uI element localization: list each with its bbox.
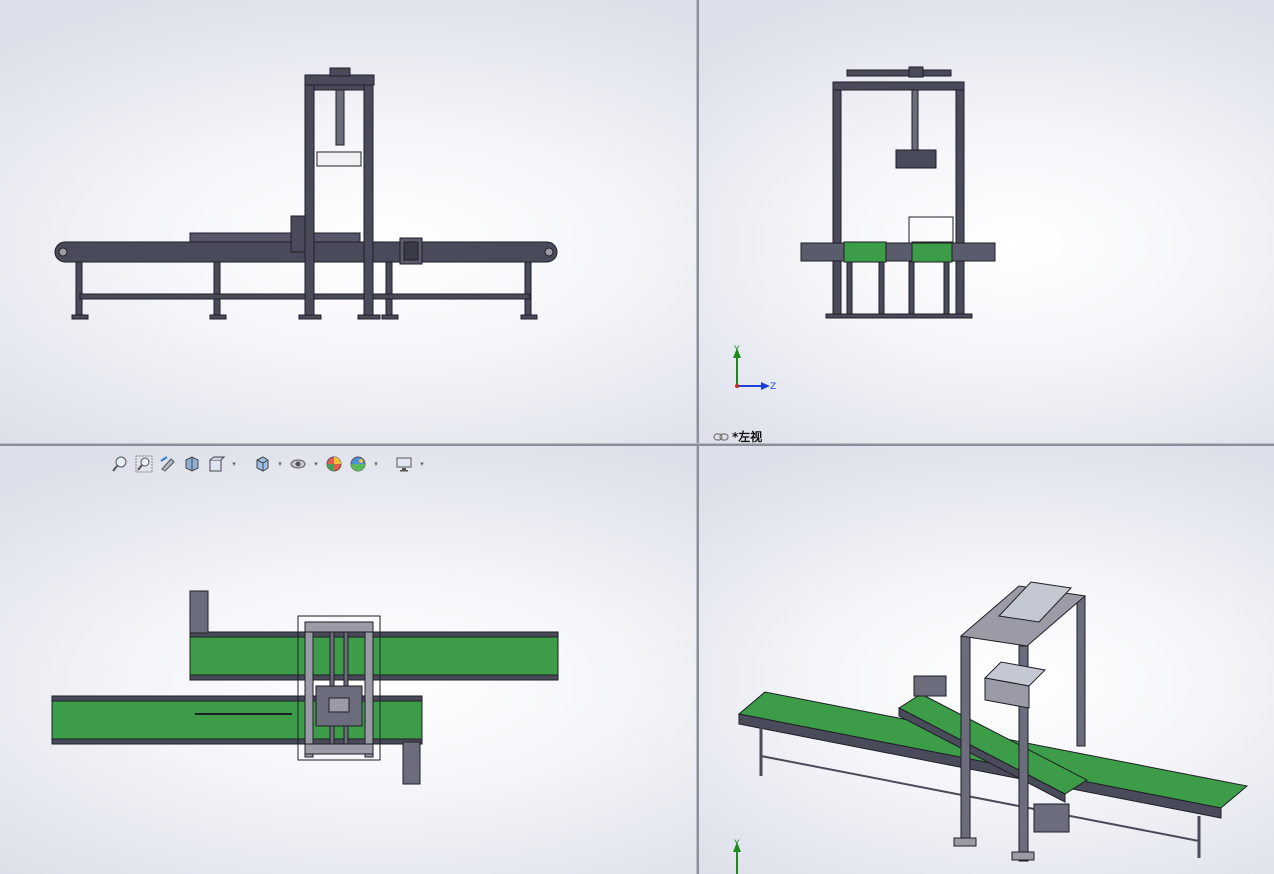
front-gantry-foot xyxy=(357,314,381,320)
front-conveyor-back xyxy=(189,232,361,243)
front-foot xyxy=(209,314,227,320)
front-gantry-foot xyxy=(298,314,322,320)
left-conveyor-bar xyxy=(800,242,996,262)
top-gripper-center xyxy=(328,697,350,713)
top-gantry-post xyxy=(304,621,314,758)
front-leg xyxy=(385,261,393,319)
iso-gantry-post xyxy=(1076,595,1086,747)
left-view-model[interactable]: Y Z xyxy=(699,0,1274,443)
left-axis-y-label: Y xyxy=(733,345,740,355)
left-leg xyxy=(908,261,915,318)
left-gripper-head xyxy=(895,149,937,169)
front-view-model[interactable] xyxy=(0,0,696,443)
front-leg xyxy=(213,261,221,319)
iso-axis-y-label: Y xyxy=(733,839,740,849)
viewport-left[interactable]: Y Z *左视 xyxy=(699,0,1274,443)
left-leg xyxy=(943,261,950,318)
front-motor xyxy=(290,215,306,253)
iso-motor xyxy=(913,675,947,697)
front-leg xyxy=(75,261,83,319)
top-gantry-post xyxy=(364,621,374,758)
left-feet xyxy=(825,313,973,319)
top-belt-upper-rail xyxy=(189,674,559,681)
front-gantry-carriage xyxy=(329,67,351,77)
top-motor-upper xyxy=(189,590,209,634)
top-belt-upper-rail xyxy=(189,631,559,638)
front-sensor-window xyxy=(403,241,419,261)
left-leg xyxy=(846,261,853,318)
left-top-rail xyxy=(846,69,952,77)
top-motor-lower xyxy=(402,741,421,785)
front-cylinder xyxy=(335,89,345,146)
front-gantry-post-left xyxy=(304,77,315,319)
left-cylinder xyxy=(911,89,919,151)
iso-foot xyxy=(953,837,977,847)
front-foot xyxy=(71,314,89,320)
view-orientation-label: *左视 xyxy=(713,428,762,443)
view-name: *左视 xyxy=(732,430,763,443)
viewport-front[interactable] xyxy=(0,0,696,443)
left-gantry-beam xyxy=(832,81,965,91)
viewport-top[interactable]: ▾ ▾ ▾ ▾ ▾ xyxy=(0,446,696,874)
left-belt-b xyxy=(911,241,953,263)
front-pulley-left xyxy=(58,247,68,257)
left-axis-z-label: Z xyxy=(770,382,776,392)
left-top-carriage xyxy=(908,66,924,78)
front-foot xyxy=(520,314,538,320)
left-leg xyxy=(878,261,885,318)
iso-gantry-post xyxy=(960,635,971,847)
viewport-isometric[interactable]: Y xyxy=(699,446,1274,874)
front-leg xyxy=(524,261,532,319)
left-axis-triad: Y Z xyxy=(733,345,776,392)
top-view-model[interactable] xyxy=(0,446,696,874)
isometric-view-model[interactable]: Y xyxy=(699,446,1274,874)
link-icon xyxy=(713,432,729,441)
top-gantry-beam xyxy=(304,743,374,755)
iso-foot xyxy=(1011,851,1035,861)
left-belt-a xyxy=(843,241,887,263)
left-product-guide xyxy=(908,216,954,244)
front-gantry-rail xyxy=(313,84,365,91)
left-gantry-post xyxy=(955,84,965,319)
left-gantry-post xyxy=(832,84,842,319)
iso-axis-triad: Y xyxy=(733,839,741,874)
front-pulley-right xyxy=(544,247,554,257)
iso-motor xyxy=(1033,803,1070,833)
front-gantry-post-right xyxy=(363,77,374,319)
front-gripper-head xyxy=(316,151,362,167)
front-foot xyxy=(381,314,399,320)
top-gantry-beam xyxy=(304,621,374,633)
top-belt-upper xyxy=(189,633,559,679)
